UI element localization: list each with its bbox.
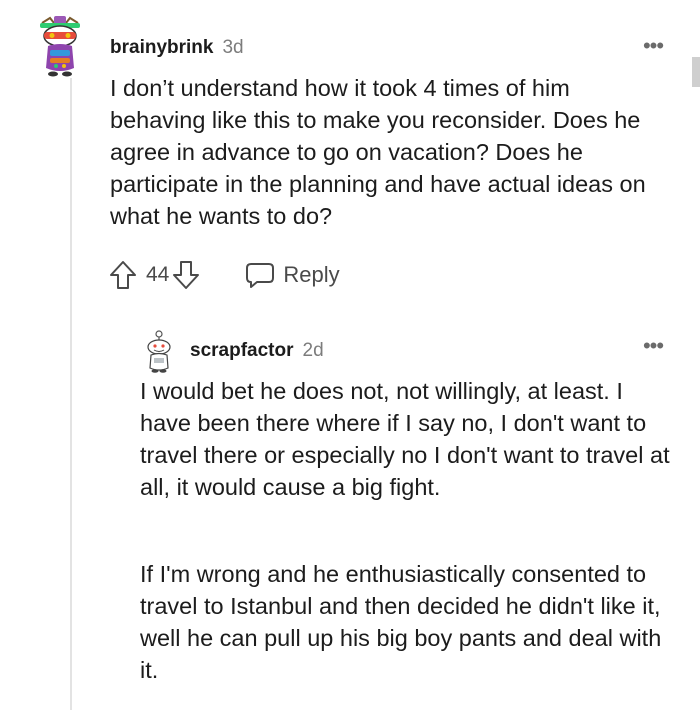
reply-timestamp[interactable]: 2d <box>303 340 324 362</box>
scrollbar-indicator[interactable] <box>692 57 700 87</box>
vote-count: 44 <box>146 263 170 286</box>
arrow-up-outline-icon <box>110 261 136 289</box>
avatar-snoo-icon <box>147 330 171 373</box>
comment-timestamp[interactable]: 3d <box>222 37 243 59</box>
thread-line[interactable] <box>70 78 72 710</box>
reply-paragraph: I would bet he does not, not willingly, … <box>140 378 670 500</box>
reply-meta: scrapfactor 2d <box>190 338 324 364</box>
comment-actions: 44 Reply <box>108 257 340 293</box>
more-options-button[interactable]: ••• <box>638 35 668 57</box>
reply-username[interactable]: scrapfactor <box>190 340 294 362</box>
comment-body: I don’t understand how it took 4 times o… <box>110 75 646 229</box>
comment-username[interactable]: brainybrink <box>110 37 213 59</box>
comment-avatar[interactable] <box>36 14 84 78</box>
upvote-button[interactable] <box>108 259 138 291</box>
reply-button[interactable]: Reply <box>245 261 340 289</box>
arrow-down-outline-icon <box>173 261 200 289</box>
downvote-button[interactable] <box>171 259 201 291</box>
reply-more-options-button[interactable]: ••• <box>638 335 668 357</box>
reply-avatar[interactable] <box>145 330 173 374</box>
avatar-snoo-icon <box>40 16 80 77</box>
reply-label: Reply <box>283 262 340 287</box>
speech-bubble-icon <box>246 263 275 288</box>
comment-meta: brainybrink 3d <box>110 35 244 61</box>
reply-paragraph: If I'm wrong and he enthusiastically con… <box>140 561 662 683</box>
